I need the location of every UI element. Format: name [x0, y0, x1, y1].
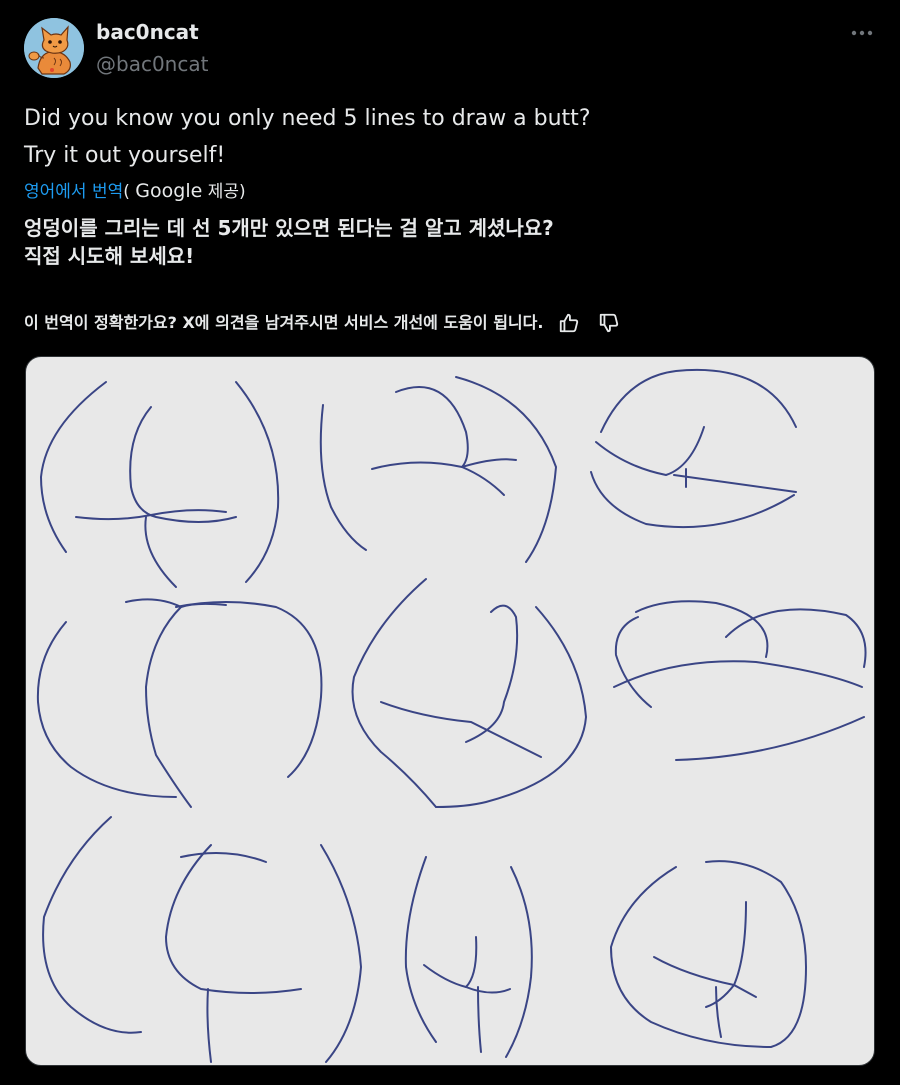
thumbs-down-icon — [600, 313, 619, 333]
translated-line: 엉덩이를 그리는 데 선 5개만 있으면 된다는 걸 알고 계셨나요? — [24, 216, 554, 240]
sketch-9 — [609, 860, 808, 1049]
thumbs-up-icon — [560, 313, 579, 333]
thumbs-down-button[interactable] — [595, 309, 623, 337]
tweet-line: Try it out yourself! — [24, 143, 226, 168]
provider-open-paren: ( — [123, 182, 130, 202]
translation-attribution: 영어에서 번역( Google 제공) — [24, 177, 246, 206]
feedback-prompt: 이 번역이 정확한가요? X에 의견을 남겨주시면 서비스 개선에 도움이 됩니… — [24, 313, 544, 332]
tweet-line: Did you know you only need 5 lines to dr… — [24, 106, 591, 131]
author-display-name[interactable]: bac0ncat — [96, 20, 199, 44]
translated-line: 직접 시도해 보세요! — [24, 244, 195, 268]
sketch-7 — [42, 816, 363, 1063]
tweet-media-image[interactable] — [25, 356, 875, 1066]
butt-sketches-illustration — [36, 368, 867, 1063]
sketch-3 — [590, 368, 797, 529]
sketch-6 — [613, 600, 867, 761]
more-horizontal-icon — [851, 30, 873, 36]
sketch-1 — [39, 381, 280, 588]
translation-feedback: 이 번역이 정확한가요? X에 의견을 남겨주시면 서비스 개선에 도움이 됩니… — [24, 309, 623, 337]
more-options-button[interactable] — [846, 22, 878, 44]
sketch-4 — [36, 598, 323, 808]
tweet-text: Did you know you only need 5 lines to dr… — [24, 100, 864, 174]
avatar[interactable] — [24, 18, 84, 78]
cat-avatar-icon — [24, 18, 84, 78]
translated-from-link[interactable]: 영어에서 번역 — [24, 182, 123, 202]
thumbs-up-button[interactable] — [555, 309, 583, 337]
translated-text: 엉덩이를 그리는 데 선 5개만 있으면 된다는 걸 알고 계셨나요? 직접 시… — [24, 214, 864, 270]
sketch-2 — [319, 376, 558, 563]
provider-suffix: 제공) — [202, 182, 246, 202]
sketch-8 — [404, 856, 533, 1058]
author-handle[interactable]: @bac0ncat — [96, 52, 208, 76]
google-logo-text: Google — [135, 180, 203, 202]
sketch-5 — [351, 578, 588, 808]
